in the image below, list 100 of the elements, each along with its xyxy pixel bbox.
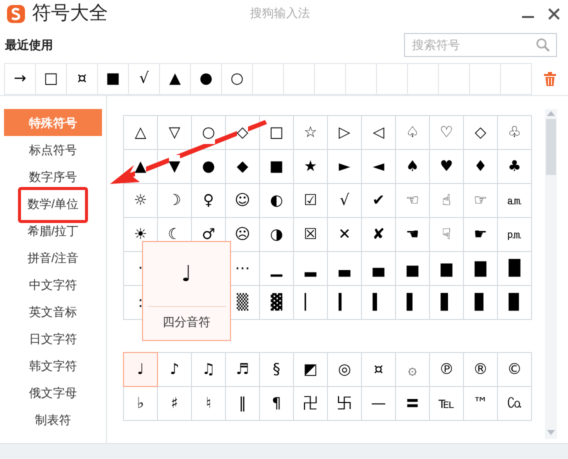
category-item[interactable]: 数学/单位 bbox=[4, 190, 102, 217]
symbol-cell[interactable]: ▄ bbox=[362, 252, 395, 285]
symbol-cell[interactable]: ▅ bbox=[396, 252, 429, 285]
symbol-cell[interactable]: ▊ bbox=[464, 286, 497, 319]
recent-symbol-cell[interactable] bbox=[315, 64, 345, 94]
category-item[interactable]: 韩文字符 bbox=[4, 352, 102, 379]
symbol-cell[interactable]: ▃ bbox=[328, 252, 361, 285]
symbol-cell[interactable]: ◎ bbox=[328, 353, 361, 386]
symbol-cell[interactable]: ♩ bbox=[124, 353, 157, 386]
recent-symbol-cell[interactable] bbox=[377, 64, 407, 94]
scroll-thumb[interactable] bbox=[546, 119, 556, 175]
symbol-cell[interactable]: ♭ bbox=[124, 387, 157, 420]
symbol-cell[interactable]: ○ bbox=[192, 116, 225, 149]
symbol-cell[interactable]: ☼ bbox=[124, 184, 157, 217]
category-item[interactable]: 中文字符 bbox=[4, 271, 102, 298]
recent-symbol-cell[interactable] bbox=[408, 64, 438, 94]
symbol-cell[interactable]: ▎ bbox=[328, 286, 361, 319]
symbol-cell[interactable]: ▍ bbox=[362, 286, 395, 319]
symbol-cell[interactable]: ♬ bbox=[226, 353, 259, 386]
symbol-cell[interactable]: ☆ bbox=[294, 116, 327, 149]
symbol-cell[interactable]: ¶ bbox=[260, 387, 293, 420]
symbol-cell[interactable]: ♡ bbox=[430, 116, 463, 149]
symbol-cell[interactable]: ♀ bbox=[192, 184, 225, 217]
symbol-cell[interactable]: □ bbox=[260, 116, 293, 149]
symbol-cell[interactable]: ☹ bbox=[226, 218, 259, 251]
symbol-cell[interactable]: ◄ bbox=[362, 150, 395, 183]
symbol-cell[interactable]: ♯ bbox=[158, 387, 191, 420]
category-item[interactable]: 数字序号 bbox=[4, 163, 102, 190]
recent-symbol-cell[interactable] bbox=[470, 64, 500, 94]
recent-symbol-cell[interactable] bbox=[253, 64, 283, 94]
symbol-cell[interactable]: ♧ bbox=[498, 116, 531, 149]
symbol-cell[interactable]: ♥ bbox=[430, 150, 463, 183]
scroll-up-icon[interactable] bbox=[546, 109, 556, 117]
recent-symbol-cell[interactable]: ● bbox=[191, 64, 221, 94]
symbol-cell[interactable]: § bbox=[260, 353, 293, 386]
symbol-cell[interactable]: ® bbox=[464, 353, 497, 386]
symbol-cell[interactable]: ★ bbox=[294, 150, 327, 183]
symbol-cell[interactable]: ☛ bbox=[464, 218, 497, 251]
symbol-cell[interactable]: ♦ bbox=[464, 150, 497, 183]
symbol-cell[interactable]: ™ bbox=[464, 387, 497, 420]
symbol-cell[interactable]: ▋ bbox=[430, 286, 463, 319]
symbol-cell[interactable]: ℗ bbox=[430, 353, 463, 386]
recent-symbol-cell[interactable]: ○ bbox=[222, 64, 252, 94]
symbol-cell[interactable]: — bbox=[362, 387, 395, 420]
category-item[interactable]: 希腊/拉丁 bbox=[4, 217, 102, 244]
symbol-cell[interactable]: ☚ bbox=[396, 218, 429, 251]
symbol-cell[interactable]: ♤ bbox=[396, 116, 429, 149]
symbol-cell[interactable]: ▼ bbox=[158, 150, 191, 183]
symbol-cell[interactable]: ✕ bbox=[328, 218, 361, 251]
recent-symbol-cell[interactable] bbox=[284, 64, 314, 94]
search-field[interactable]: 搜索符号 bbox=[404, 33, 557, 57]
category-item[interactable]: 制表符 bbox=[4, 406, 102, 433]
symbol-cell[interactable]: 卐 bbox=[328, 387, 361, 420]
symbol-cell[interactable]: ¤ bbox=[362, 353, 395, 386]
symbol-cell[interactable]: ♣ bbox=[498, 150, 531, 183]
symbol-cell[interactable]: ◑ bbox=[260, 218, 293, 251]
symbol-cell[interactable]: ▓ bbox=[260, 286, 293, 319]
symbol-cell[interactable]: ● bbox=[192, 150, 225, 183]
symbol-cell[interactable]: ◩ bbox=[294, 353, 327, 386]
symbol-cell[interactable]: ‖ bbox=[226, 387, 259, 420]
symbol-cell[interactable]: ■ bbox=[260, 150, 293, 183]
symbol-cell[interactable]: ☟ bbox=[430, 218, 463, 251]
recent-symbol-cell[interactable]: ¤ bbox=[67, 64, 97, 94]
symbol-cell[interactable]: ▁ bbox=[260, 252, 293, 285]
symbol-cell[interactable]: © bbox=[498, 353, 531, 386]
symbol-cell[interactable]: ▆ bbox=[430, 252, 463, 285]
category-item[interactable]: 英文音标 bbox=[4, 298, 102, 325]
recent-symbol-cell[interactable]: ▲ bbox=[160, 64, 190, 94]
symbol-cell[interactable]: ▽ bbox=[158, 116, 191, 149]
symbol-cell[interactable]: ▉ bbox=[498, 286, 531, 319]
symbol-cell[interactable]: ♠ bbox=[396, 150, 429, 183]
category-item[interactable]: 拼音/注音 bbox=[4, 244, 102, 271]
recent-symbol-cell[interactable]: ■ bbox=[98, 64, 128, 94]
symbol-cell[interactable]: ☝ bbox=[430, 184, 463, 217]
recent-symbol-cell[interactable] bbox=[346, 64, 376, 94]
category-item[interactable]: 俄文字母 bbox=[4, 379, 102, 406]
symbol-cell[interactable]: 〓 bbox=[396, 387, 429, 420]
symbol-cell[interactable]: ▂ bbox=[294, 252, 327, 285]
recent-symbol-cell[interactable] bbox=[439, 64, 469, 94]
symbol-cell[interactable]: 卍 bbox=[294, 387, 327, 420]
symbol-cell[interactable]: ㏂ bbox=[498, 184, 531, 217]
symbol-cell[interactable]: ◐ bbox=[260, 184, 293, 217]
symbol-cell[interactable]: ◇ bbox=[464, 116, 497, 149]
symbol-cell[interactable]: ▷ bbox=[328, 116, 361, 149]
symbol-cell[interactable]: ☺ bbox=[226, 184, 259, 217]
recent-symbol-cell[interactable]: → bbox=[5, 64, 35, 94]
symbol-cell[interactable]: ▌ bbox=[396, 286, 429, 319]
symbol-cell[interactable]: ♮ bbox=[192, 387, 225, 420]
symbol-cell[interactable]: ► bbox=[328, 150, 361, 183]
recent-symbol-cell[interactable]: √ bbox=[129, 64, 159, 94]
symbol-cell[interactable]: ㏘ bbox=[498, 218, 531, 251]
symbol-cell[interactable]: ۞ bbox=[396, 353, 429, 386]
symbol-cell[interactable]: ☒ bbox=[294, 218, 327, 251]
symbol-cell[interactable]: ㏇ bbox=[498, 387, 531, 420]
close-button[interactable] bbox=[548, 8, 560, 20]
symbol-cell[interactable]: ▇ bbox=[464, 252, 497, 285]
symbol-cell[interactable]: ◆ bbox=[226, 150, 259, 183]
symbol-cell[interactable]: ☜ bbox=[396, 184, 429, 217]
symbol-cell[interactable]: ✘ bbox=[362, 218, 395, 251]
symbol-cell[interactable]: ♫ bbox=[192, 353, 225, 386]
